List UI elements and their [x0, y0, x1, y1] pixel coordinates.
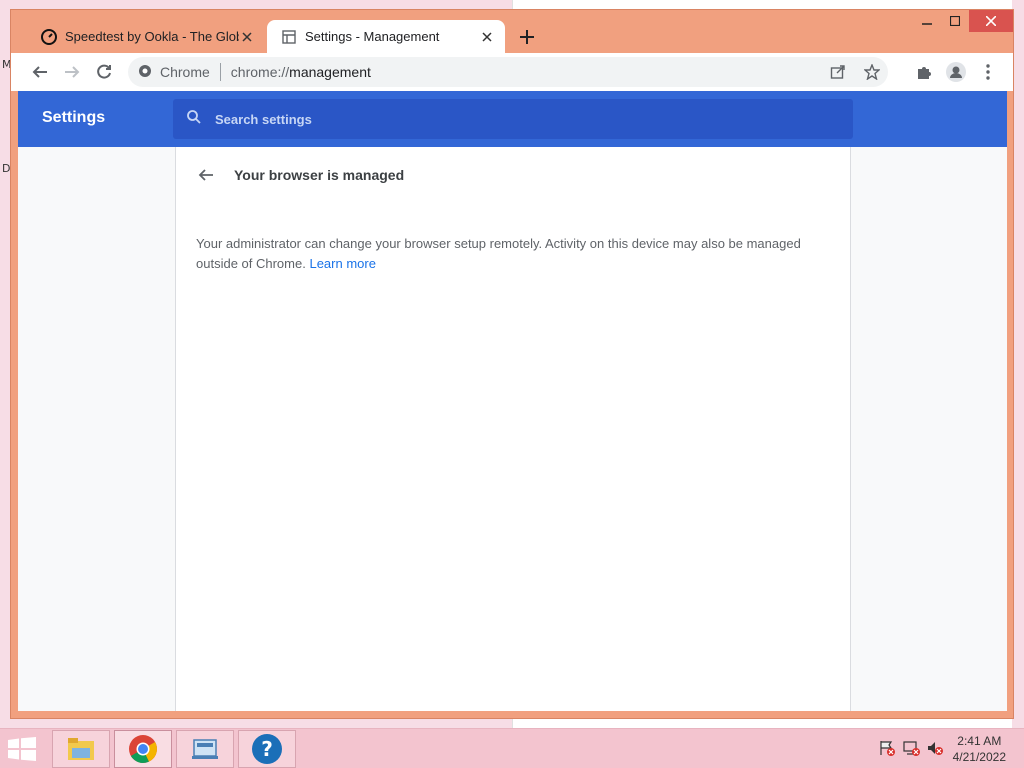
- omnibox-divider: [219, 63, 221, 81]
- taskbar-help[interactable]: ?: [238, 730, 296, 768]
- site-label: Chrome: [160, 64, 210, 80]
- profile-button[interactable]: [941, 57, 971, 87]
- url-host: management: [289, 64, 371, 80]
- settings-title: Settings: [42, 109, 106, 126]
- tab-settings-management[interactable]: Settings - Management: [267, 20, 505, 53]
- help-icon: ?: [252, 734, 282, 764]
- volume-muted-icon[interactable]: [926, 739, 944, 762]
- plus-icon: [520, 30, 534, 44]
- avatar-icon: [946, 62, 966, 82]
- menu-button[interactable]: [973, 57, 1003, 87]
- browser-toolbar: Chrome chrome://management: [11, 53, 1013, 91]
- kebab-menu-icon: [986, 64, 990, 80]
- chrome-site-icon: [138, 64, 152, 81]
- tab-title: Speedtest by Ookla - The Global: [65, 29, 239, 44]
- back-arrow-icon: [198, 169, 213, 181]
- svg-text:?: ?: [261, 737, 273, 761]
- back-button[interactable]: [192, 161, 220, 189]
- url-scheme: chrome://: [230, 64, 290, 80]
- new-tab-button[interactable]: [516, 26, 538, 48]
- tab-speedtest[interactable]: Speedtest by Ookla - The Global: [27, 20, 265, 53]
- network-window-icon: [192, 739, 218, 759]
- tab-title: Settings - Management: [305, 29, 440, 44]
- forward-arrow-icon: [65, 66, 80, 78]
- taskbar-network-window[interactable]: [176, 730, 234, 768]
- settings-search[interactable]: [173, 99, 853, 139]
- management-card: Your browser is managed Your administrat…: [175, 147, 851, 711]
- settings-page-icon: [281, 29, 297, 45]
- system-tray: [878, 739, 944, 762]
- clock-time: 2:41 AM: [957, 734, 1002, 748]
- forward-button[interactable]: [57, 57, 87, 87]
- back-arrow-icon: [32, 66, 47, 78]
- clock-date: 4/21/2022: [952, 750, 1006, 764]
- address-bar[interactable]: Chrome chrome://management: [128, 57, 888, 87]
- extensions-button[interactable]: [909, 57, 939, 87]
- reload-icon: [97, 64, 111, 79]
- card-header: Your browser is managed: [192, 161, 404, 189]
- close-icon[interactable]: [479, 29, 495, 45]
- start-button[interactable]: [6, 735, 38, 763]
- file-explorer-icon: [68, 738, 94, 760]
- share-button[interactable]: [822, 57, 854, 87]
- windows-logo-icon: [8, 737, 36, 761]
- settings-page: Settings Your browser is managed Your ad…: [18, 91, 1007, 711]
- window-close-button[interactable]: [969, 10, 1013, 32]
- search-icon: [187, 109, 201, 129]
- taskbar: ? 2:41 AM 4/21/2022: [0, 728, 1024, 768]
- window-controls: [913, 10, 1013, 32]
- tab-strip: Speedtest by Ookla - The Global Settings…: [11, 10, 1013, 53]
- action-center-flag-icon[interactable]: [878, 739, 896, 762]
- maximize-button[interactable]: [941, 10, 969, 32]
- taskbar-file-explorer[interactable]: [52, 730, 110, 768]
- page-title: Your browser is managed: [234, 167, 405, 183]
- network-status-icon[interactable]: [902, 739, 920, 762]
- back-button[interactable]: [25, 57, 55, 87]
- close-icon[interactable]: [239, 29, 255, 45]
- search-input[interactable]: [215, 111, 853, 127]
- speedtest-icon: [41, 28, 57, 45]
- management-description: Your administrator can change your brows…: [196, 234, 821, 274]
- system-clock[interactable]: 2:41 AM 4/21/2022: [953, 733, 1006, 765]
- reload-button[interactable]: [89, 57, 119, 87]
- settings-header: Settings: [18, 91, 1007, 147]
- chrome-window: Speedtest by Ookla - The Global Settings…: [10, 9, 1014, 719]
- taskbar-chrome[interactable]: [114, 730, 172, 768]
- star-icon: [864, 64, 880, 80]
- share-icon: [830, 65, 845, 79]
- learn-more-link[interactable]: Learn more: [309, 256, 375, 271]
- description-text: Your administrator can change your brows…: [196, 236, 801, 271]
- chrome-icon: [129, 735, 157, 763]
- bookmark-button[interactable]: [856, 57, 888, 87]
- minimize-button[interactable]: [913, 10, 941, 32]
- puzzle-icon: [918, 67, 931, 79]
